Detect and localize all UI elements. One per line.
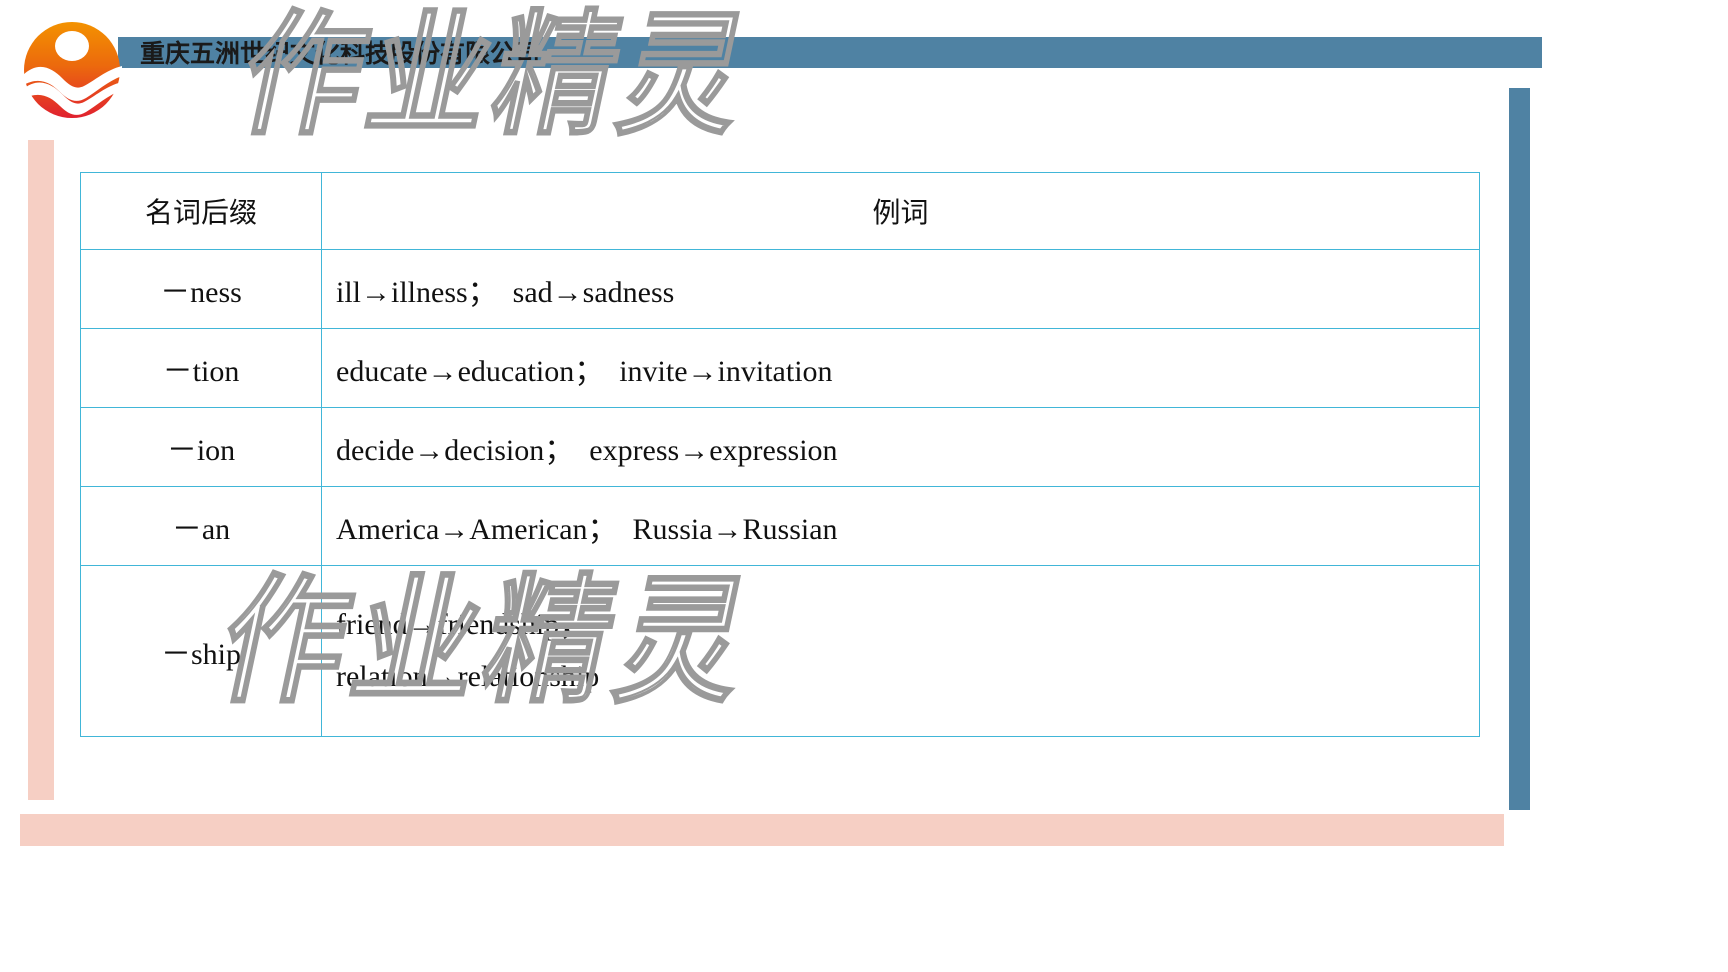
table-row: －tion educate→education； invite→invitati… xyxy=(80,328,1480,408)
noun-suffix-table: 名词后缀 例词 －ness ill→illness； sad→sadness －… xyxy=(80,172,1480,737)
suffix-cell: －ship xyxy=(80,565,322,737)
suffix-cell: －an xyxy=(80,486,322,566)
bottom-pink-accent-bar xyxy=(20,814,1504,846)
watermark-text: 作业精灵 xyxy=(227,0,766,155)
example-line: relation→relationship xyxy=(336,660,600,693)
suffix-cell: －ion xyxy=(80,407,322,487)
examples-cell: America→American； Russia→Russian xyxy=(321,486,1480,566)
slide-canvas: 重庆五洲世纪文化科技股份有限公司 名词后缀 例词 －ness ill→illne… xyxy=(0,0,1728,972)
suffix-cell: －ness xyxy=(80,249,322,329)
suffix-table-container: 名词后缀 例词 －ness ill→illness； sad→sadness －… xyxy=(80,172,1480,737)
column-header-suffix: 名词后缀 xyxy=(80,172,322,250)
company-name-title: 重庆五洲世纪文化科技股份有限公司 xyxy=(140,39,541,68)
examples-cell: ill→illness； sad→sadness xyxy=(321,249,1480,329)
suffix-cell: －tion xyxy=(80,328,322,408)
example-line: friend→friendship； xyxy=(336,608,590,642)
column-header-examples: 例词 xyxy=(321,172,1480,250)
table-row: －ness ill→illness； sad→sadness xyxy=(80,249,1480,329)
examples-cell: friend→friendship； relation→relationship xyxy=(321,565,1480,737)
table-row: －ion decide→decision； express→expression xyxy=(80,407,1480,487)
examples-cell: decide→decision； express→expression xyxy=(321,407,1480,487)
examples-cell: educate→education； invite→invitation xyxy=(321,328,1480,408)
table-row: －ship friend→friendship； relation→relati… xyxy=(80,565,1480,737)
table-row: －an America→American； Russia→Russian xyxy=(80,486,1480,566)
sunrise-wave-logo-icon xyxy=(22,20,122,120)
table-header-row: 名词后缀 例词 xyxy=(80,172,1480,250)
right-blue-accent-bar xyxy=(1509,88,1530,810)
left-pink-accent-bar xyxy=(28,140,54,800)
